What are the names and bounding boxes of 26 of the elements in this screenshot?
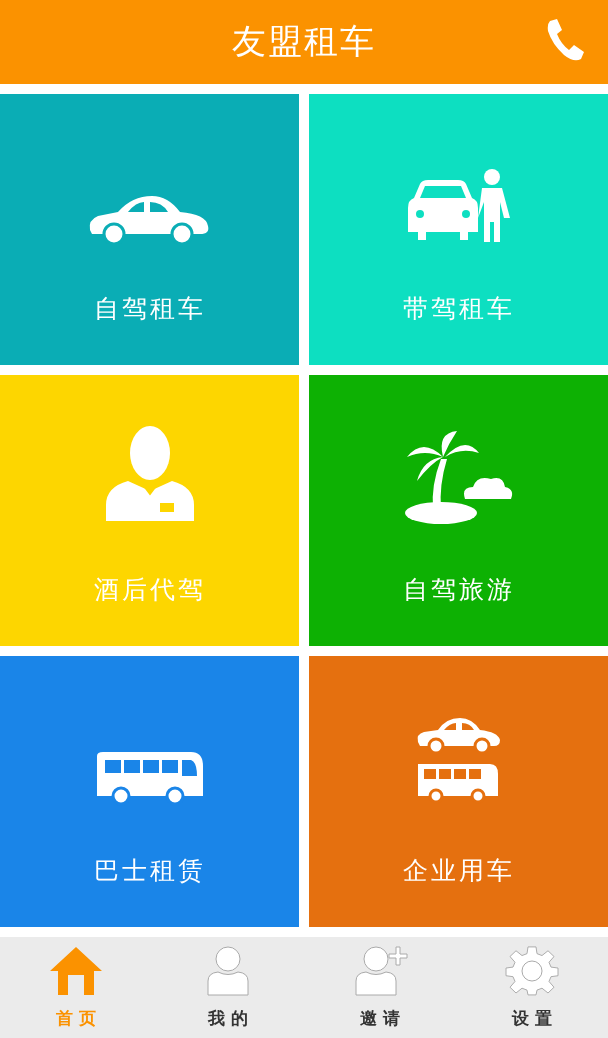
tile-label: 自驾租车	[93, 293, 206, 325]
tile-label: 巴士租赁	[93, 855, 206, 887]
nav-tab[interactable]: 我 的	[178, 945, 278, 1030]
nav-tab[interactable]: 首 页	[26, 945, 126, 1030]
menu-tile[interactable]: 自驾租车	[0, 94, 299, 365]
add-user-icon	[352, 945, 408, 997]
tile-label: 企业用车	[402, 855, 515, 887]
app-title: 友盟租车	[232, 20, 376, 63]
nav-label: 设 置	[512, 1007, 552, 1030]
nav-label: 首 页	[56, 1007, 96, 1030]
settings-icon	[504, 945, 560, 997]
menu-tile[interactable]: 自驾旅游	[309, 375, 608, 646]
tile-label: 带驾租车	[402, 293, 515, 325]
tile-label: 自驾旅游	[402, 574, 515, 606]
tile-label: 酒后代驾	[93, 574, 206, 606]
menu-tile[interactable]: 巴士租赁	[0, 656, 299, 927]
nav-tab[interactable]: 邀 请	[330, 945, 430, 1030]
menu-tile[interactable]: 企业用车	[309, 656, 608, 927]
nav-label: 邀 请	[360, 1007, 400, 1030]
nav-label: 我 的	[208, 1007, 248, 1030]
home-icon	[48, 945, 104, 997]
car-and-person-icon	[405, 168, 512, 244]
bus-icon	[94, 752, 205, 806]
nav-tab[interactable]: 设 置	[482, 945, 582, 1030]
menu-tile[interactable]: 带驾租车	[309, 94, 608, 365]
palm-island-icon	[402, 429, 515, 525]
